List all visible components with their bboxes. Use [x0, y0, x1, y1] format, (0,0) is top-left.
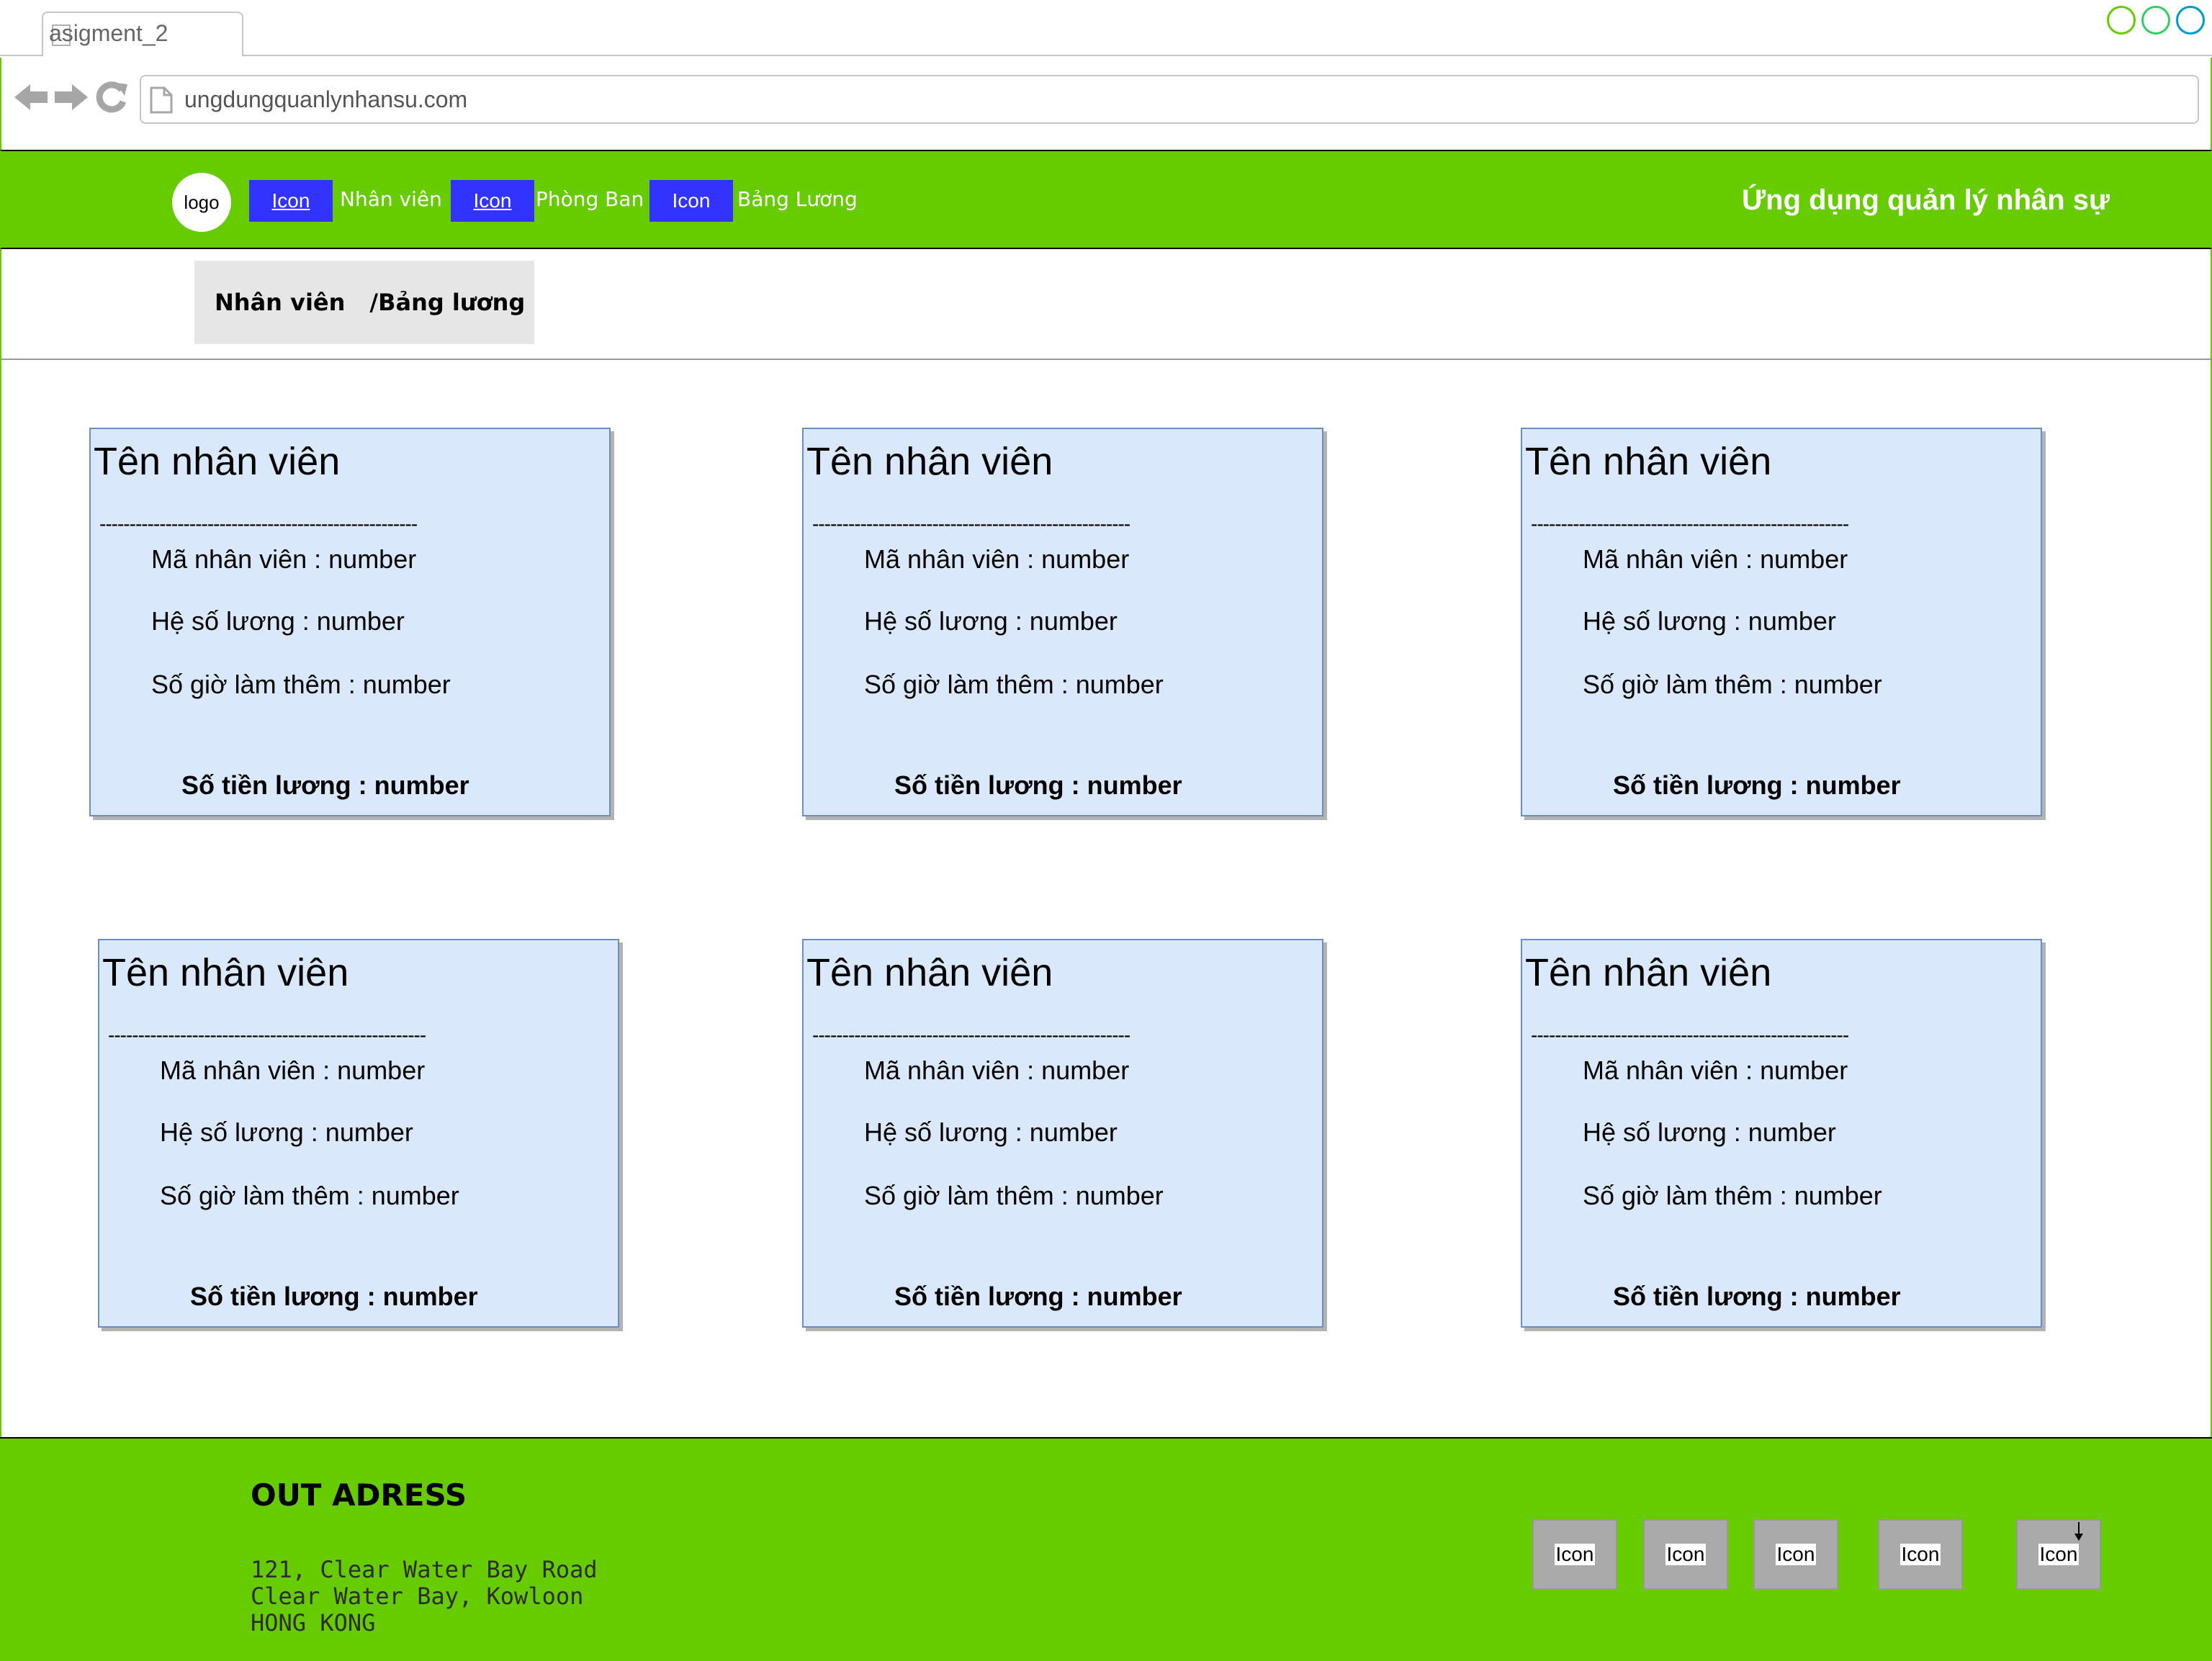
salary-coefficient: Hệ số lương : number	[151, 606, 405, 636]
address-line: 121, Clear Water Bay Road	[251, 1556, 598, 1583]
nav-icon-label: Icon	[473, 189, 512, 212]
card-divider: ----------------------------------------…	[812, 513, 1130, 535]
salary-card[interactable]: Tên nhân viên --------------------------…	[89, 428, 611, 816]
salary-card-grid: Tên nhân viên --------------------------…	[0, 360, 2212, 1437]
social-icon-label: Icon	[1554, 1543, 1596, 1565]
social-icon-label: Icon	[1775, 1543, 1817, 1565]
url-text: ungdungquanlynhansu.com	[184, 86, 468, 112]
social-icon[interactable]: Icon	[1532, 1519, 1617, 1590]
app-header: logo Icon Nhân viên Icon Phòng Ban Icon …	[0, 150, 2212, 249]
social-icon-label: Icon	[1899, 1543, 1941, 1565]
employee-name: Tên nhân viên	[1525, 951, 1772, 994]
nav-bang-luong-icon[interactable]: Icon	[649, 180, 733, 222]
card-divider: ----------------------------------------…	[108, 1024, 426, 1046]
footer-address: 121, Clear Water Bay Road Clear Water Bay…	[251, 1557, 598, 1637]
nav-icon-label: Icon	[672, 189, 711, 212]
employee-id: Mã nhân viên : number	[1583, 1055, 1848, 1085]
nav-phong-ban-icon[interactable]: Icon	[451, 180, 534, 222]
salary-amount: Số tiền lương : number	[1613, 770, 1901, 800]
salary-coefficient: Hệ số lương : number	[1583, 1117, 1836, 1147]
employee-name: Tên nhân viên	[1525, 440, 1772, 483]
card-divider: ----------------------------------------…	[1531, 1024, 1849, 1046]
footer: OUT ADRESS 121, Clear Water Bay Road Clea…	[0, 1437, 2212, 1661]
address-line: Clear Water Bay, Kowloon	[251, 1583, 584, 1610]
minimize-button[interactable]	[2107, 6, 2136, 35]
salary-coefficient: Hệ số lương : number	[864, 1117, 1118, 1147]
employee-id: Mã nhân viên : number	[864, 1055, 1130, 1085]
card-divider: ----------------------------------------…	[1531, 513, 1849, 535]
overtime-hours: Số giờ làm thêm : number	[1583, 1181, 1882, 1210]
address-bar-row: ungdungquanlynhansu.com	[0, 58, 2212, 150]
nav-bang-luong-link[interactable]: Bảng Lương	[737, 187, 858, 211]
back-arrow-icon[interactable]	[14, 81, 48, 114]
salary-coefficient: Hệ số lương : number	[160, 1117, 413, 1147]
social-icon[interactable]: Icon	[2016, 1519, 2101, 1590]
overtime-hours: Số giờ làm thêm : number	[864, 1181, 1164, 1210]
employee-name: Tên nhân viên	[94, 440, 341, 483]
footer-heading: OUT ADRESS	[251, 1477, 467, 1513]
page-icon	[150, 86, 173, 114]
overtime-hours: Số giờ làm thêm : number	[1583, 670, 1882, 699]
salary-card[interactable]: Tên nhân viên --------------------------…	[1521, 939, 2042, 1328]
browser-tab[interactable]: asigment_2	[42, 12, 243, 56]
breadcrumb-band: Nhân viên /Bảng lương	[0, 249, 2212, 360]
employee-id: Mã nhân viên : number	[864, 544, 1130, 574]
employee-name: Tên nhân viên	[806, 440, 1053, 483]
overtime-hours: Số giờ làm thêm : number	[864, 670, 1164, 699]
card-divider: ----------------------------------------…	[812, 1024, 1130, 1046]
browser-tab-bar: asigment_2	[0, 0, 2212, 56]
salary-amount: Số tiền lương : number	[1613, 1282, 1901, 1311]
salary-amount: Số tiền lương : number	[190, 1282, 478, 1311]
nav-nhan-vien-icon[interactable]: Icon	[249, 180, 333, 222]
breadcrumb: Nhân viên /Bảng lương	[194, 261, 534, 344]
tab-title: asigment_2	[49, 20, 168, 46]
reload-icon[interactable]	[95, 81, 128, 114]
maximize-button[interactable]	[2141, 6, 2170, 35]
social-icon[interactable]: Icon	[1643, 1519, 1728, 1590]
nav-phong-ban-link[interactable]: Phòng Ban	[536, 187, 644, 211]
employee-id: Mã nhân viên : number	[160, 1055, 426, 1085]
salary-amount: Số tiền lương : number	[894, 1282, 1182, 1311]
forward-arrow-icon[interactable]	[55, 81, 88, 114]
nav-icon-label: Icon	[271, 189, 310, 212]
salary-card[interactable]: Tên nhân viên --------------------------…	[802, 428, 1323, 816]
social-icon[interactable]: Icon	[1753, 1519, 1838, 1590]
url-input[interactable]: ungdungquanlynhansu.com	[140, 75, 2199, 124]
breadcrumb-nhan-vien[interactable]: Nhân viên	[215, 289, 345, 316]
cursor-arrow-icon	[2074, 1522, 2083, 1541]
browser-nav	[14, 81, 128, 114]
logo[interactable]: logo	[172, 173, 231, 232]
salary-coefficient: Hệ số lương : number	[864, 606, 1118, 636]
salary-card[interactable]: Tên nhân viên --------------------------…	[1521, 428, 2042, 816]
window-controls	[2107, 6, 2205, 35]
nav-nhan-vien-link[interactable]: Nhân viên	[340, 187, 442, 211]
overtime-hours: Số giờ làm thêm : number	[151, 670, 451, 699]
salary-amount: Số tiền lương : number	[894, 770, 1182, 800]
social-icon[interactable]: Icon	[1878, 1519, 1963, 1590]
social-icon-label: Icon	[2038, 1543, 2080, 1565]
address-line: HONG KONG	[251, 1609, 376, 1637]
employee-name: Tên nhân viên	[102, 951, 349, 994]
employee-id: Mã nhân viên : number	[1583, 544, 1848, 574]
salary-coefficient: Hệ số lương : number	[1583, 606, 1836, 636]
salary-card[interactable]: Tên nhân viên --------------------------…	[98, 939, 619, 1328]
employee-id: Mã nhân viên : number	[151, 544, 417, 574]
breadcrumb-bang-luong[interactable]: /Bảng lương	[369, 289, 525, 316]
social-icon-label: Icon	[1665, 1543, 1707, 1565]
card-divider: ----------------------------------------…	[99, 513, 418, 535]
salary-amount: Số tiền lương : number	[181, 770, 469, 800]
overtime-hours: Số giờ làm thêm : number	[160, 1181, 459, 1210]
close-button[interactable]	[2176, 6, 2205, 35]
salary-card[interactable]: Tên nhân viên --------------------------…	[802, 939, 1323, 1328]
employee-name: Tên nhân viên	[806, 951, 1053, 994]
app-title: Ứng dụng quản lý nhân sự	[1741, 184, 2110, 216]
